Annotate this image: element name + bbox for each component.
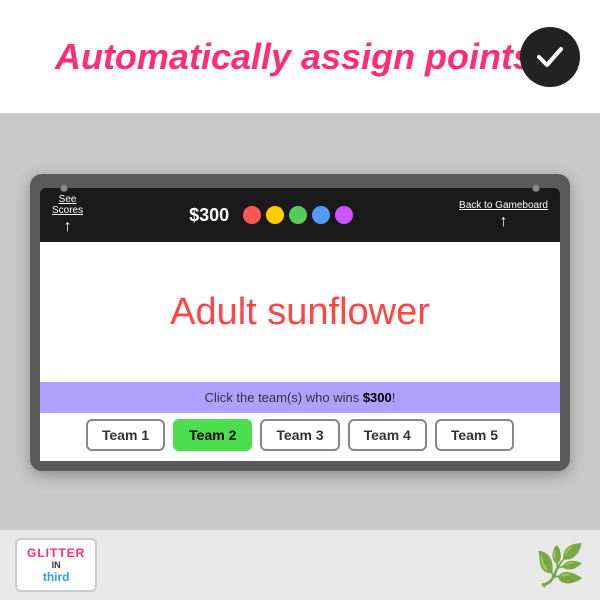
dot-5 [335,206,353,224]
dot-2 [266,206,284,224]
checkmark-circle [520,27,580,87]
screw-top-right [532,184,540,192]
team-2-button[interactable]: Team 2 [173,419,252,451]
bottom-logo-area: GLITTER IN third 🌿 [0,530,600,600]
back-to-gameboard-button[interactable]: Back to Gameboard ↑ [459,200,548,231]
team-5-button[interactable]: Team 5 [435,419,514,451]
team-3-button[interactable]: Team 3 [260,419,339,451]
wb-bottombar-price: $300 [363,390,392,405]
teams-row: Team 1 Team 2 Team 3 Team 4 Team 5 [40,413,560,461]
dot-1 [243,206,261,224]
see-scores-button[interactable]: SeeScores ↑ [52,194,83,236]
logo-in: IN [52,560,61,570]
logo-third: third [43,570,70,584]
wb-question-text: Adult sunflower [170,291,430,334]
wb-topbar: SeeScores ↑ $300 Back to Gameboard [40,188,560,242]
logo-box: GLITTER IN third [15,538,97,592]
team-1-button[interactable]: Team 1 [86,419,165,451]
wb-center-controls: $300 [189,205,353,226]
dot-4 [312,206,330,224]
plant-decoration-icon: 🌿 [535,542,585,589]
wb-bottombar-text: Click the team(s) who wins $300! [205,390,396,405]
whiteboard-frame: SeeScores ↑ $300 Back to Gameboard [30,174,570,471]
see-scores-label: SeeScores [52,194,83,216]
logo-glitter: GLITTER [27,546,85,560]
top-banner-text: Automatically assign points! [55,35,545,78]
main-container: Automatically assign points! SeeScores ↑ [0,0,600,600]
wb-price: $300 [189,205,229,226]
checkmark-icon [533,40,567,74]
back-to-gameboard-label: Back to Gameboard [459,200,548,211]
top-banner: Automatically assign points! [0,0,600,115]
dot-3 [289,206,307,224]
wb-dots [243,206,353,224]
see-scores-arrow: ↑ [64,218,72,236]
team-4-button[interactable]: Team 4 [348,419,427,451]
wb-bottombar: Click the team(s) who wins $300! [40,382,560,413]
back-to-gameboard-arrow: ↑ [500,213,508,231]
screw-top-left [60,184,68,192]
main-area: SeeScores ↑ $300 Back to Gameboard [0,115,600,530]
wb-content: Adult sunflower [40,242,560,382]
